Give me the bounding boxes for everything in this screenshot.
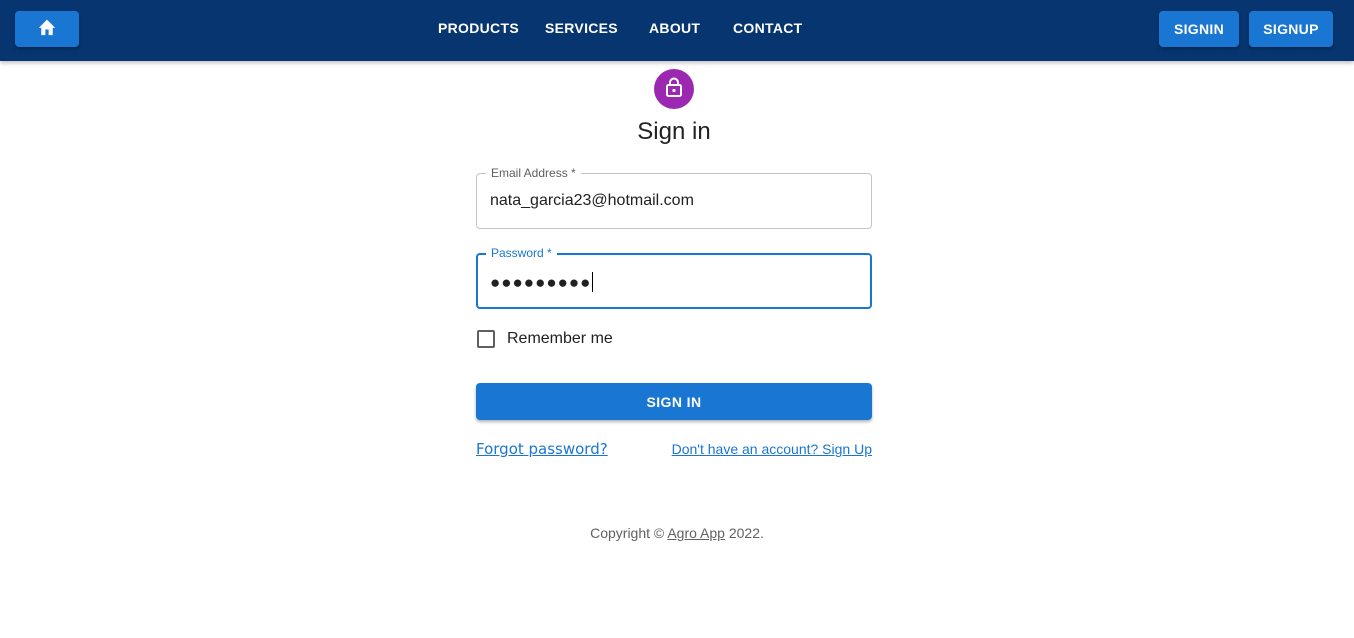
sign-up-link[interactable]: Don't have an account? Sign Up [672,441,872,457]
lock-icon [664,76,684,103]
text-caret [592,272,594,292]
password-field[interactable]: Password * ●●●●●●●●● [476,245,872,309]
nav-contact[interactable]: CONTACT [733,20,803,36]
app-bar: PRODUCTS SERVICES ABOUT CONTACT SIGNIN S… [0,0,1354,61]
signin-button[interactable]: SIGNIN [1159,11,1239,47]
sign-in-button[interactable]: SIGN IN [476,383,872,420]
email-value: nata_garcia23@hotmail.com [490,192,694,209]
signup-button[interactable]: SIGNUP [1249,11,1333,47]
remember-me-label: Remember me [507,330,613,347]
home-icon [37,18,57,41]
email-field[interactable]: Email Address * nata_garcia23@hotmail.co… [476,165,872,229]
page-title: Sign in [637,118,711,145]
copyright-suffix: 2022. [724,525,764,541]
password-value: ●●●●●●●●● [490,272,594,293]
forgot-password-link[interactable]: Forgot password? [476,440,608,458]
nav-services[interactable]: SERVICES [545,20,618,36]
home-button[interactable] [15,11,79,47]
copyright: Copyright © Agro App 2022. [476,525,878,541]
copyright-prefix: Copyright © [590,525,668,541]
nav-products[interactable]: PRODUCTS [438,20,519,36]
remember-me-row[interactable]: Remember me [476,327,613,351]
email-label: Email Address * [486,165,581,181]
avatar [654,69,694,109]
password-label: Password * [486,245,557,261]
remember-me-checkbox[interactable] [477,330,495,348]
nav-about[interactable]: ABOUT [649,20,700,36]
password-dots: ●●●●●●●●● [490,273,592,292]
brand-link[interactable]: Agro App [667,525,725,541]
